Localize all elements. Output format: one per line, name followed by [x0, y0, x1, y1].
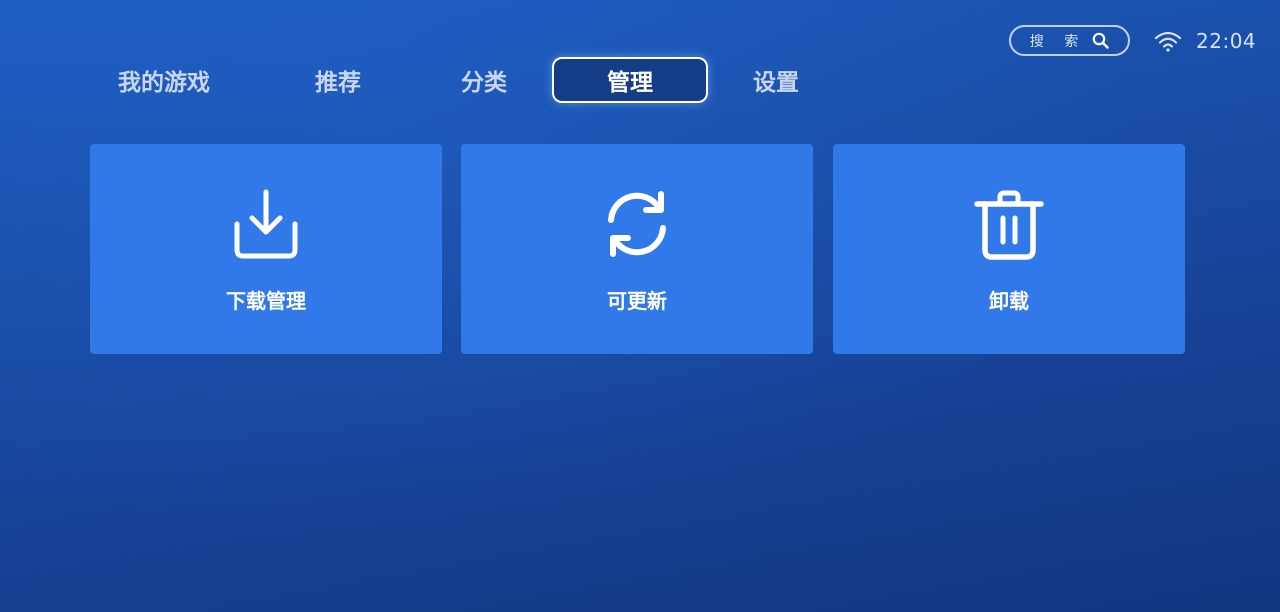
clock: 22:04 [1196, 29, 1257, 53]
card-label: 下载管理 [226, 289, 306, 313]
tab-recommend[interactable]: 推荐 [296, 57, 380, 103]
uninstall-card[interactable]: 卸载 [833, 144, 1185, 354]
download-icon [230, 188, 302, 260]
tab-category[interactable]: 分类 [442, 57, 526, 103]
tab-my-games[interactable]: 我的游戏 [100, 57, 228, 103]
refresh-icon [601, 188, 673, 260]
search-button[interactable]: 搜 索 [1009, 25, 1130, 56]
updatable-card[interactable]: 可更新 [461, 144, 813, 354]
search-icon [1092, 32, 1109, 49]
tab-settings[interactable]: 设置 [734, 57, 818, 103]
search-label: 搜 索 [1029, 33, 1087, 50]
tab-manage[interactable]: 管理 [552, 57, 708, 103]
card-label: 可更新 [607, 289, 667, 313]
wifi-icon [1154, 30, 1182, 52]
download-manage-card[interactable]: 下载管理 [90, 144, 442, 354]
card-label: 卸载 [989, 289, 1029, 313]
trash-icon [973, 188, 1045, 260]
